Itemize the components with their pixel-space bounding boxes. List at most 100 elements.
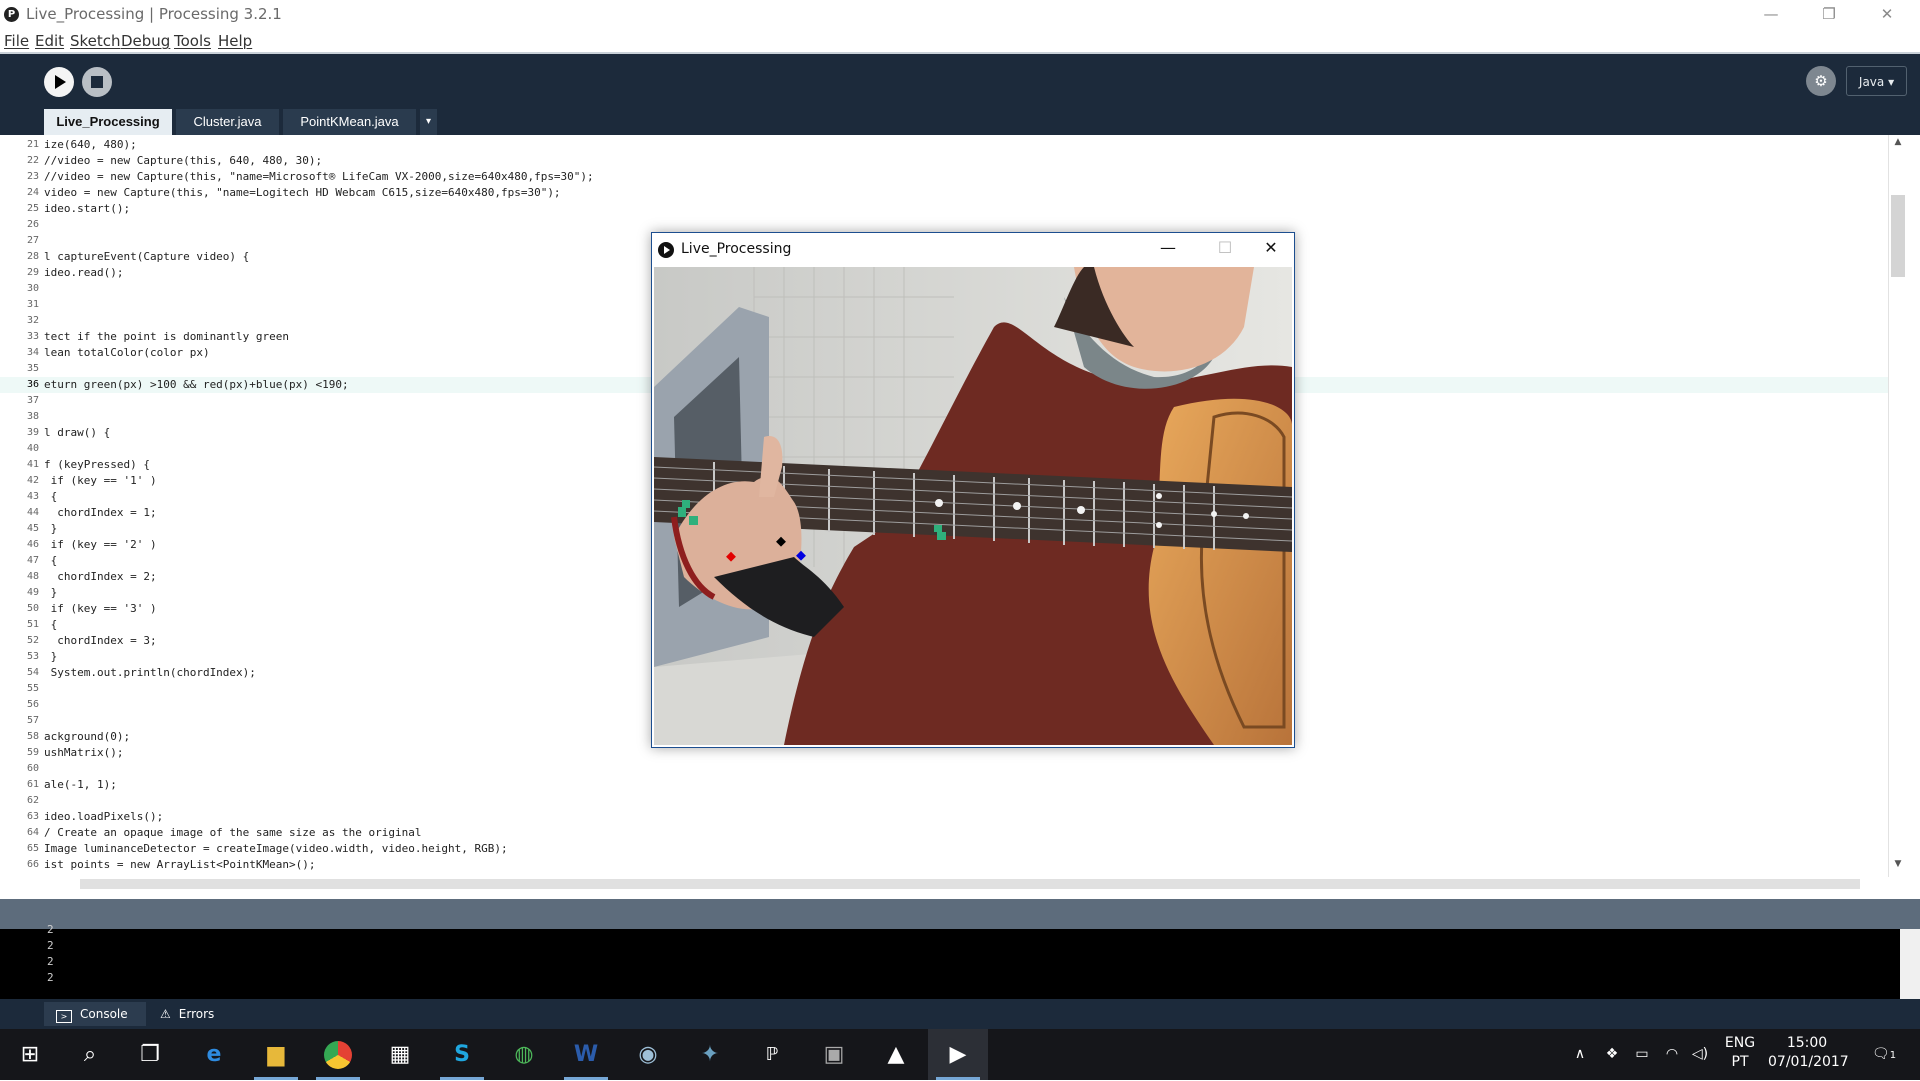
- line-number: 49: [26, 587, 39, 598]
- menu-edit[interactable]: Edit: [35, 32, 64, 50]
- code-line[interactable]: 22 //video = new Capture(this, 640, 480, …: [0, 153, 1888, 169]
- restore-button[interactable]: ❐: [1806, 0, 1852, 30]
- sketch-maximize-button[interactable]: ☐: [1202, 233, 1248, 266]
- window-title: Live_Processing | Processing 3.2.1: [26, 5, 282, 23]
- line-number: 31: [26, 299, 39, 310]
- code-line[interactable]: 23 //video = new Capture(this, "name=Micr…: [0, 169, 1888, 185]
- edge-icon[interactable]: e: [184, 1029, 244, 1080]
- tab-cluster-java[interactable]: Cluster.java: [176, 109, 279, 135]
- code-text: f (keyPressed) {: [44, 458, 150, 471]
- console-line: 2: [47, 971, 54, 984]
- code-line[interactable]: 65 Image luminanceDetector = createImage(…: [0, 841, 1888, 857]
- tab-pointkmean-java[interactable]: PointKMean.java: [283, 109, 416, 135]
- code-text: chordIndex = 3;: [44, 634, 157, 647]
- code-text: chordIndex = 2;: [44, 570, 157, 583]
- code-line[interactable]: 61 ale(-1, 1);: [0, 777, 1888, 793]
- line-number: 27: [26, 235, 39, 246]
- globe-icon[interactable]: ◍: [494, 1029, 554, 1080]
- line-number: 59: [26, 747, 39, 758]
- line-number: 58: [26, 731, 39, 742]
- line-number: 61: [26, 779, 39, 790]
- console-scrollbar[interactable]: [1900, 929, 1920, 999]
- skype-icon[interactable]: S: [432, 1029, 492, 1080]
- clock[interactable]: 15:00 07/01/2017: [1768, 1029, 1849, 1080]
- processing-app-icon: P: [4, 7, 19, 22]
- volume-icon[interactable]: ◁): [1688, 1029, 1712, 1080]
- sketch-output-window[interactable]: Live_Processing — ☐ ✕: [651, 232, 1295, 748]
- keyboard-layout: PT: [1731, 1054, 1749, 1070]
- notification-count: 1: [1889, 1050, 1897, 1061]
- tab-errors[interactable]: ⚠ Errors: [150, 1002, 240, 1026]
- line-number: 66: [26, 859, 39, 870]
- editor-horizontal-scrollbar[interactable]: [0, 877, 1888, 891]
- windows-icon[interactable]: ⊞: [0, 1029, 60, 1080]
- show-hidden-icons-icon[interactable]: ∧: [1568, 1029, 1592, 1080]
- stop-button[interactable]: [82, 67, 112, 97]
- line-number: 56: [26, 699, 39, 710]
- menu-tools[interactable]: Tools: [174, 32, 211, 50]
- code-text: video = new Capture(this, "name=Logitech…: [44, 186, 561, 199]
- menu-help[interactable]: Help: [218, 32, 252, 50]
- code-line[interactable]: 60: [0, 761, 1888, 777]
- menu-file[interactable]: File: [4, 32, 29, 50]
- photos-icon[interactable]: ▲: [866, 1029, 926, 1080]
- minimize-button[interactable]: —: [1748, 0, 1794, 30]
- line-number: 53: [26, 651, 39, 662]
- word-icon[interactable]: W: [556, 1029, 616, 1080]
- menu-debug[interactable]: Debug: [121, 32, 170, 50]
- line-number: 21: [26, 139, 39, 150]
- line-number: 51: [26, 619, 39, 630]
- editor-vertical-scrollbar[interactable]: ▲ ▼: [1888, 135, 1907, 877]
- steam-icon[interactable]: ◉: [618, 1029, 678, 1080]
- line-number: 25: [26, 203, 39, 214]
- file-explorer-icon[interactable]: ▆: [246, 1029, 306, 1080]
- game-icon[interactable]: ✦: [680, 1029, 740, 1080]
- code-line[interactable]: 24 video = new Capture(this, "name=Logite…: [0, 185, 1888, 201]
- code-text: {: [44, 490, 58, 503]
- package-icon[interactable]: ▣: [804, 1029, 864, 1080]
- line-number: 35: [26, 363, 39, 374]
- line-number: 65: [26, 843, 39, 854]
- code-line[interactable]: 21 ize(640, 480);: [0, 137, 1888, 153]
- sketch-window-title: Live_Processing: [681, 241, 792, 257]
- code-line[interactable]: 25 ideo.start();: [0, 201, 1888, 217]
- line-number: 62: [26, 795, 39, 806]
- line-number: 30: [26, 283, 39, 294]
- code-line[interactable]: 66 ist points = new ArrayList<PointKMean>…: [0, 857, 1888, 873]
- run-button[interactable]: [44, 67, 74, 97]
- language-indicator[interactable]: ENG PT: [1718, 1029, 1762, 1080]
- tab-console-label: Console: [80, 1007, 128, 1021]
- close-button[interactable]: ✕: [1864, 0, 1910, 30]
- scroll-up-icon[interactable]: ▲: [1889, 137, 1907, 153]
- sketch-minimize-button[interactable]: —: [1145, 233, 1191, 266]
- chrome-icon[interactable]: [308, 1029, 368, 1080]
- tab-console[interactable]: > Console: [44, 1002, 146, 1026]
- line-number: 48: [26, 571, 39, 582]
- line-number: 23: [26, 171, 39, 182]
- console-line: 2: [47, 939, 54, 952]
- battery-icon[interactable]: ▭: [1630, 1029, 1654, 1080]
- processing-icon[interactable]: ℙ: [742, 1029, 802, 1080]
- notifications-icon[interactable]: 🗨1: [1864, 1029, 1904, 1080]
- debugger-toggle-icon[interactable]: ⚙: [1806, 66, 1836, 96]
- search-icon[interactable]: ⌕: [60, 1029, 120, 1080]
- store-icon[interactable]: ▦: [370, 1029, 430, 1080]
- tab-menu-arrow-icon[interactable]: ▾: [420, 109, 437, 135]
- code-line[interactable]: 64 / Create an opaque image of the same s…: [0, 825, 1888, 841]
- menu-sketch[interactable]: Sketch: [70, 32, 121, 50]
- wifi-icon[interactable]: ◠: [1660, 1029, 1684, 1080]
- mode-selector[interactable]: Java ▾: [1846, 66, 1907, 96]
- tab-live-processing[interactable]: Live_Processing: [44, 109, 172, 136]
- scroll-down-icon[interactable]: ▼: [1889, 859, 1907, 875]
- toolbar: ⚙ Java ▾: [0, 54, 1920, 109]
- processing-running-icon[interactable]: ▶: [928, 1029, 988, 1080]
- editor-console-divider[interactable]: [0, 899, 1920, 929]
- code-line[interactable]: 26: [0, 217, 1888, 233]
- code-line[interactable]: 63 ideo.loadPixels();: [0, 809, 1888, 825]
- scrollbar-thumb[interactable]: [1891, 195, 1905, 277]
- scrollbar-thumb[interactable]: [80, 879, 1860, 889]
- sketch-close-button[interactable]: ✕: [1248, 233, 1294, 266]
- dropbox-icon[interactable]: ❖: [1600, 1029, 1624, 1080]
- code-line[interactable]: 62: [0, 793, 1888, 809]
- task-view-icon[interactable]: ❐: [120, 1029, 180, 1080]
